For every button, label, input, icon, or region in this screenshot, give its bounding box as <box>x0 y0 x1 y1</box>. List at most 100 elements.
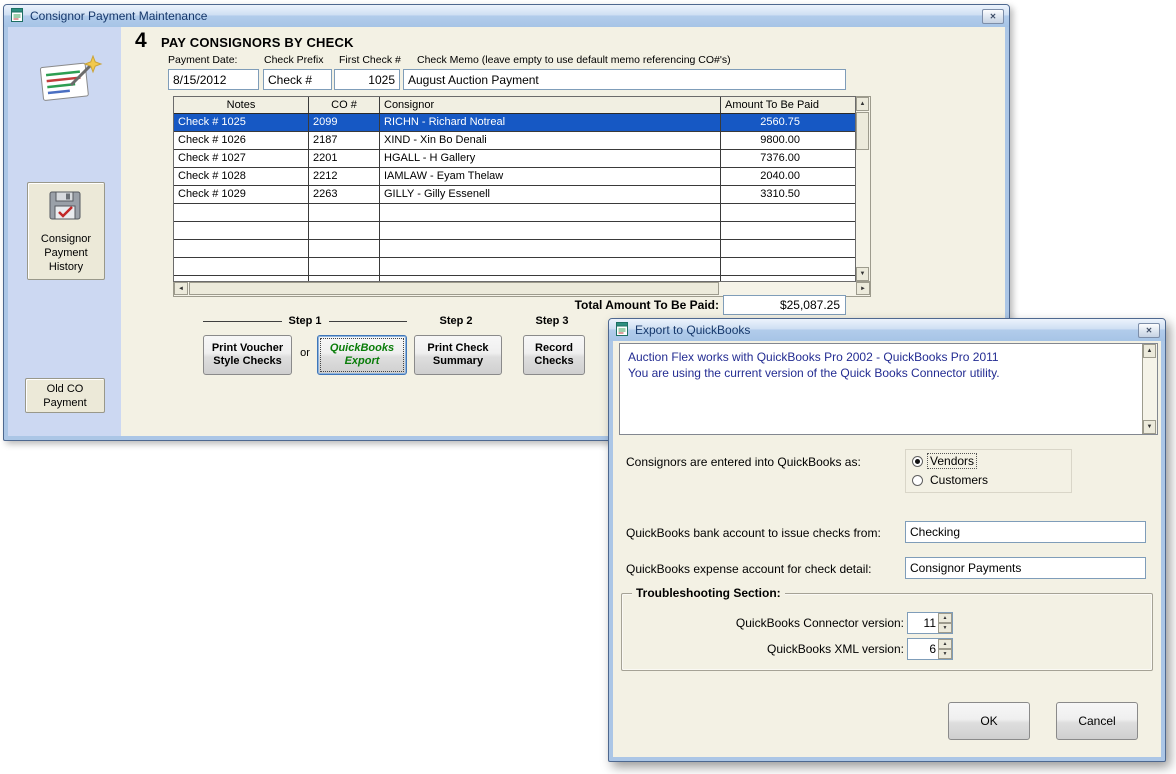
arrow-left-icon: ◄ <box>178 286 184 292</box>
step2-label: Step 2 <box>426 315 486 327</box>
quickbooks-info-text: Auction Flex works with QuickBooks Pro 2… <box>628 349 1137 381</box>
empty-table-row[interactable] <box>174 222 855 240</box>
empty-table-row[interactable] <box>174 258 855 276</box>
connector-version-input[interactable] <box>908 613 938 633</box>
expense-account-label: QuickBooks expense account for check det… <box>626 562 871 576</box>
step1-line-right <box>329 321 408 322</box>
xml-version-input[interactable] <box>908 639 938 659</box>
column-header-amount[interactable]: Amount To Be Paid <box>721 97 855 113</box>
close-icon: ✕ <box>1146 326 1153 335</box>
cell-co: 2187 <box>309 132 380 149</box>
quickbooks-export-button[interactable]: QuickBooks Export <box>317 335 407 375</box>
old-co-payment-button[interactable]: Old CO Payment <box>25 378 105 413</box>
table-row[interactable]: Check # 1028 2212 IAMLAW - Eyam Thelaw 2… <box>174 168 855 186</box>
history-button-label: Consignor Payment History <box>34 232 98 274</box>
dialog-client-area: Auction Flex works with QuickBooks Pro 2… <box>613 341 1161 757</box>
info-box-scrollbar[interactable]: ▲ ▼ <box>1142 344 1157 434</box>
first-check-number-input[interactable] <box>334 69 400 90</box>
column-header-co[interactable]: CO # <box>309 97 380 113</box>
check-prefix-input[interactable] <box>263 69 332 90</box>
table-row[interactable]: Check # 1027 2201 HGALL - H Gallery 7376… <box>174 150 855 168</box>
payment-date-label: Payment Date: <box>168 54 237 66</box>
bank-account-label: QuickBooks bank account to issue checks … <box>626 526 881 540</box>
scroll-left-button[interactable]: ◄ <box>174 282 188 295</box>
column-header-consignor[interactable]: Consignor <box>380 97 721 113</box>
record-checks-button[interactable]: Record Checks <box>523 335 585 375</box>
spin-down-icon: ▼ <box>943 625 948 631</box>
vendors-radio[interactable]: Vendors <box>912 454 976 468</box>
consignor-table: Notes CO # Consignor Amount To Be Paid C… <box>173 96 856 282</box>
cell-notes: Check # 1027 <box>174 150 309 167</box>
old-co-button-label: Old CO Payment <box>35 382 95 410</box>
table-header-row: Notes CO # Consignor Amount To Be Paid <box>174 97 855 114</box>
cell-co: 2212 <box>309 168 380 185</box>
step1-line-left <box>203 321 282 322</box>
print-voucher-style-checks-button[interactable]: Print Voucher Style Checks <box>203 335 292 375</box>
window-title: Consignor Payment Maintenance <box>30 9 977 23</box>
total-amount-label: Total Amount To Be Paid: <box>541 298 719 312</box>
payment-date-input[interactable] <box>168 69 259 90</box>
close-button[interactable]: ✕ <box>982 9 1004 24</box>
payment-history-icon <box>46 189 86 227</box>
scroll-right-button[interactable]: ► <box>856 282 870 295</box>
column-header-notes[interactable]: Notes <box>174 97 309 113</box>
consignor-payment-history-button[interactable]: Consignor Payment History <box>27 182 105 280</box>
scroll-down-button[interactable]: ▼ <box>1143 420 1156 434</box>
cell-amount: 3310.50 <box>721 186 855 203</box>
title-bar[interactable]: Consignor Payment Maintenance ✕ <box>4 5 1009 27</box>
connector-version-label: QuickBooks Connector version: <box>642 616 904 630</box>
table-row[interactable]: Check # 1029 2263 GILLY - Gilly Essenell… <box>174 186 855 204</box>
step1-header: Step 1 <box>203 315 407 327</box>
radio-unselected-icon <box>912 475 923 486</box>
customers-radio-label[interactable]: Customers <box>928 473 990 487</box>
check-prefix-label: Check Prefix <box>264 54 324 66</box>
empty-table-row[interactable] <box>174 240 855 258</box>
dialog-close-button[interactable]: ✕ <box>1138 323 1160 338</box>
spin-up-button[interactable]: ▲ <box>938 639 952 649</box>
scroll-up-button[interactable]: ▲ <box>856 97 869 111</box>
step3-label: Step 3 <box>522 315 582 327</box>
spin-down-button[interactable]: ▼ <box>938 649 952 659</box>
cell-notes: Check # 1028 <box>174 168 309 185</box>
sidebar: Consignor Payment History Old CO Payment <box>8 27 121 436</box>
expense-account-input[interactable] <box>905 557 1146 579</box>
consignor-type-radio-group: Vendors Customers <box>905 449 1072 493</box>
check-memo-input[interactable] <box>403 69 846 90</box>
cell-consignor: HGALL - H Gallery <box>380 150 721 167</box>
dialog-title-bar[interactable]: Export to QuickBooks ✕ <box>609 319 1165 341</box>
horizontal-scrollbar-thumb[interactable] <box>189 282 719 295</box>
vendors-radio-label[interactable]: Vendors <box>928 454 976 468</box>
ok-button[interactable]: OK <box>948 702 1030 740</box>
troubleshooting-groupbox: Troubleshooting Section: QuickBooks Conn… <box>621 593 1153 671</box>
or-label: or <box>294 347 316 359</box>
close-icon: ✕ <box>990 12 997 21</box>
spin-up-icon: ▲ <box>943 641 948 647</box>
quickbooks-info-box: Auction Flex works with QuickBooks Pro 2… <box>619 343 1158 435</box>
app-icon <box>614 321 630 340</box>
cell-consignor: RICHN - Richard Notreal <box>380 114 721 131</box>
cell-notes: Check # 1025 <box>174 114 309 131</box>
scroll-up-button[interactable]: ▲ <box>1143 344 1156 358</box>
customers-radio[interactable]: Customers <box>912 473 990 487</box>
empty-table-row[interactable] <box>174 204 855 222</box>
cell-amount: 7376.00 <box>721 150 855 167</box>
arrow-down-icon: ▼ <box>860 271 866 277</box>
dialog-title: Export to QuickBooks <box>635 323 1133 337</box>
step1-label: Step 1 <box>289 315 322 327</box>
arrow-up-icon: ▲ <box>1147 343 1153 359</box>
cell-co: 2263 <box>309 186 380 203</box>
spin-up-button[interactable]: ▲ <box>938 613 952 623</box>
print-check-summary-button[interactable]: Print Check Summary <box>414 335 502 375</box>
cell-co: 2201 <box>309 150 380 167</box>
scroll-down-button[interactable]: ▼ <box>856 267 869 281</box>
bank-account-input[interactable] <box>905 521 1146 543</box>
table-row[interactable]: Check # 1025 2099 RICHN - Richard Notrea… <box>174 114 855 132</box>
info-line-2: You are using the current version of the… <box>628 365 1137 381</box>
cell-amount: 2560.75 <box>721 114 855 131</box>
vertical-scrollbar-thumb[interactable] <box>856 112 869 150</box>
spin-down-button[interactable]: ▼ <box>938 623 952 633</box>
cancel-button[interactable]: Cancel <box>1056 702 1138 740</box>
table-row[interactable]: Check # 1026 2187 XIND - Xin Bo Denali 9… <box>174 132 855 150</box>
arrow-down-icon: ▼ <box>1147 419 1153 435</box>
table-vertical-scrollbar[interactable]: ▲ ▼ <box>856 96 871 282</box>
